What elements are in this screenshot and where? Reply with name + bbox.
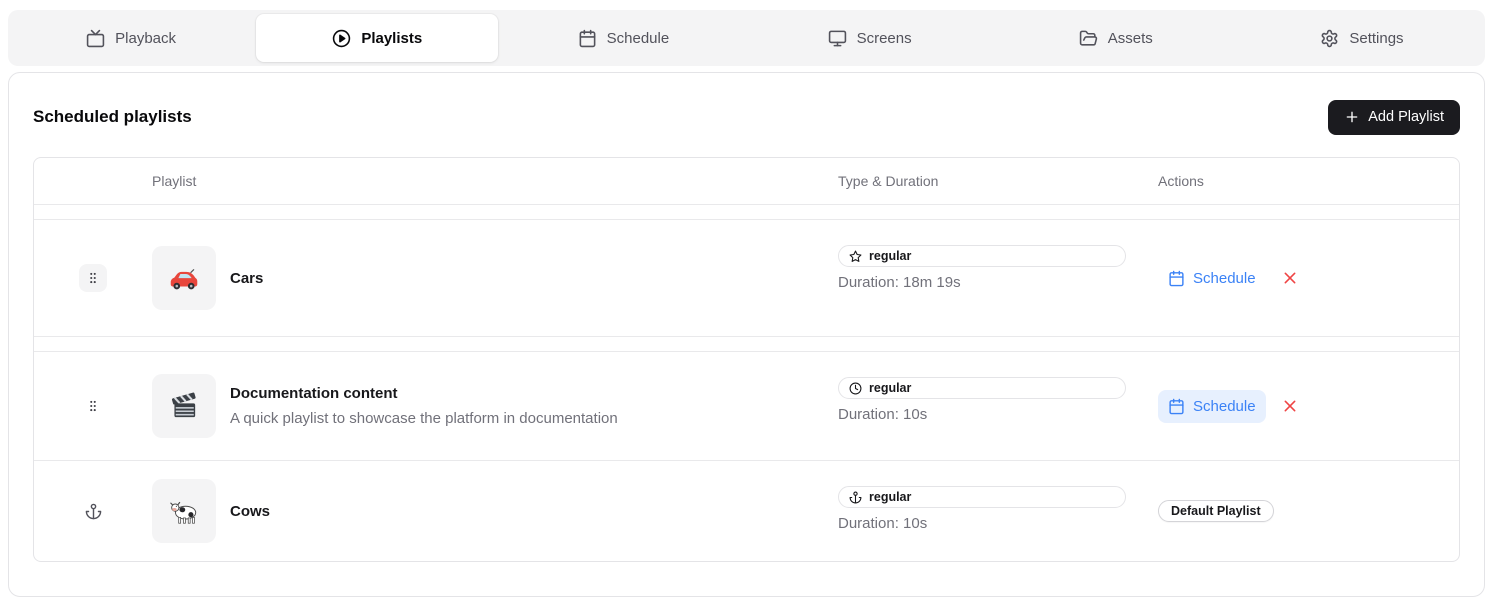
tab-playlists[interactable]: Playlists <box>256 14 498 62</box>
anchored-row-indicator <box>79 497 107 525</box>
schedule-button[interactable]: Schedule <box>1158 390 1266 423</box>
tv-icon <box>86 29 105 48</box>
remove-button[interactable] <box>1280 396 1300 416</box>
calendar-icon <box>1168 270 1185 287</box>
x-icon <box>1282 398 1298 414</box>
playlist-thumbnail <box>152 479 216 543</box>
playlist-title: Documentation content <box>230 385 618 402</box>
tab-settings[interactable]: Settings <box>1241 14 1483 62</box>
page-title: Scheduled playlists <box>33 107 192 127</box>
duration-text: Duration: 18m 19s <box>838 274 1126 291</box>
tab-playback[interactable]: Playback <box>10 14 252 62</box>
add-playlist-label: Add Playlist <box>1368 109 1444 125</box>
playlist-thumbnail <box>152 246 216 310</box>
table-row: Cars regular Duration: 18m 19s Schedul <box>34 220 1459 337</box>
column-header-type-duration: Type & Duration <box>838 173 1158 189</box>
cow-emoji <box>167 494 201 528</box>
grip-dots-icon <box>86 270 100 286</box>
tab-label: Schedule <box>607 30 670 47</box>
tab-label: Playback <box>115 30 176 47</box>
tab-label: Assets <box>1108 30 1153 47</box>
column-header-playlist: Playlist <box>152 173 838 189</box>
card-header: Scheduled playlists Add Playlist <box>33 97 1460 137</box>
calendar-icon <box>1168 398 1185 415</box>
tab-label: Settings <box>1349 30 1403 47</box>
clapperboard-emoji <box>167 389 201 423</box>
plus-icon <box>1344 109 1360 125</box>
anchor-icon <box>849 491 862 504</box>
playlist-description: A quick playlist to showcase the platfor… <box>230 410 618 427</box>
tab-schedule[interactable]: Schedule <box>502 14 744 62</box>
drag-handle[interactable] <box>79 264 107 292</box>
type-badge: regular <box>838 245 1126 267</box>
table-row: Documentation content A quick playlist t… <box>34 352 1459 461</box>
main-card: Scheduled playlists Add Playlist Playlis… <box>8 72 1485 597</box>
type-badge-label: regular <box>869 490 911 504</box>
car-emoji <box>167 261 201 295</box>
type-badge: regular <box>838 377 1126 399</box>
schedule-button[interactable]: Schedule <box>1158 262 1266 295</box>
playlists-table: Playlist Type & Duration Actions <box>33 157 1460 562</box>
x-icon <box>1282 270 1298 286</box>
type-badge-label: regular <box>869 381 911 395</box>
table-row: Cows regular Duration: 10s Default Playl… <box>34 461 1459 561</box>
grip-dots-icon <box>86 398 100 414</box>
playlist-title: Cows <box>230 503 270 520</box>
schedule-label: Schedule <box>1193 270 1256 287</box>
playlist-title: Cars <box>230 270 263 287</box>
top-nav: Playback Playlists Schedule Screens Asse… <box>8 10 1485 66</box>
add-playlist-button[interactable]: Add Playlist <box>1328 100 1460 135</box>
tab-label: Playlists <box>361 30 422 47</box>
anchor-icon <box>85 503 102 520</box>
table-header-row: Playlist Type & Duration Actions <box>34 158 1459 205</box>
remove-button[interactable] <box>1280 268 1300 288</box>
duration-text: Duration: 10s <box>838 406 1126 423</box>
schedule-label: Schedule <box>1193 398 1256 415</box>
clock-icon <box>849 382 862 395</box>
monitor-icon <box>828 29 847 48</box>
drag-handle[interactable] <box>79 392 107 420</box>
play-circle-icon <box>332 29 351 48</box>
gear-icon <box>1320 29 1339 48</box>
drop-zone-spacer <box>34 337 1459 352</box>
tab-screens[interactable]: Screens <box>749 14 991 62</box>
drop-zone-spacer <box>34 205 1459 220</box>
playlist-thumbnail <box>152 374 216 438</box>
type-badge: regular <box>838 486 1126 508</box>
star-icon <box>849 250 862 263</box>
folder-open-icon <box>1079 29 1098 48</box>
tab-label: Screens <box>857 30 912 47</box>
duration-text: Duration: 10s <box>838 515 1126 532</box>
column-header-actions: Actions <box>1158 173 1459 189</box>
tab-assets[interactable]: Assets <box>995 14 1237 62</box>
calendar-icon <box>578 29 597 48</box>
default-playlist-badge: Default Playlist <box>1158 500 1274 522</box>
type-badge-label: regular <box>869 249 911 263</box>
